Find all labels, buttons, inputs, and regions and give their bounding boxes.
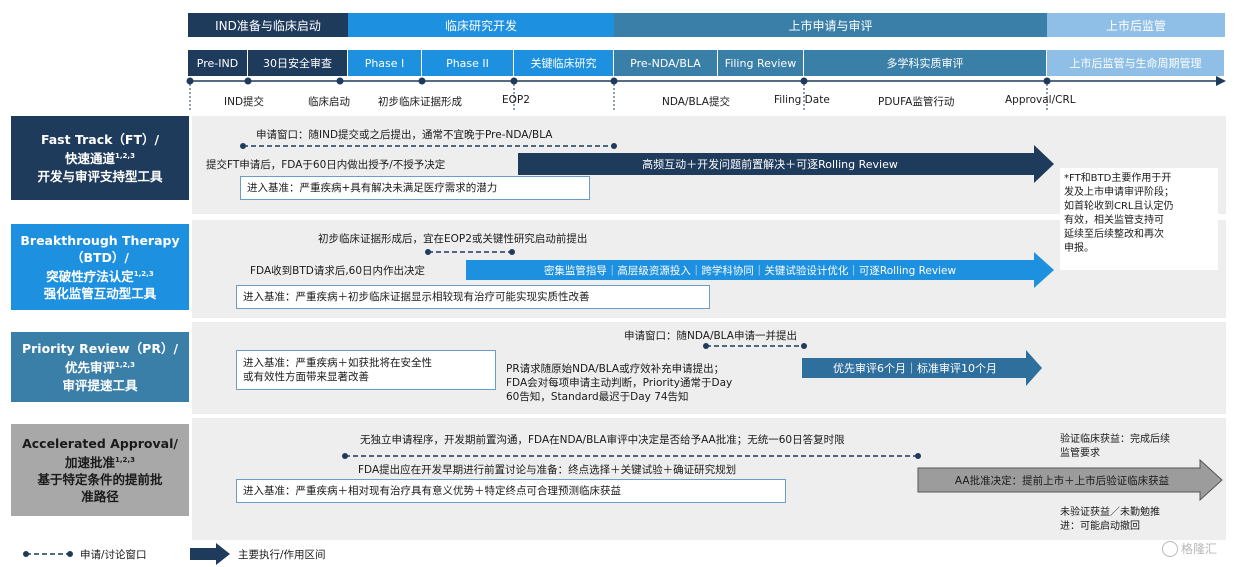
aa-post-withdraw: 未验证获益／未勤勉推 进：可能启动撤回: [1060, 507, 1160, 532]
pr-window-text: 申请窗口：随NDA/BLA申请一并提出: [624, 330, 797, 342]
legend-dashed-label: 申请/讨论窗口: [80, 549, 147, 561]
watermark-logo-icon: [1162, 540, 1178, 557]
pr-criteria: 进入基准：严重疾病＋如获批将在安全性 或有效性方面带来显著改善: [236, 350, 496, 390]
btd-window-text: 初步临床证据形成后，宜在EOP2或关键性研究启动前提出: [318, 233, 588, 245]
aa-post-verified: 验证临床获益：完成后续 监管要求: [1060, 434, 1170, 459]
btd-criteria: 进入基准：严重疾病＋初步临床证据显示相较现有治疗可能实现实质性改善: [236, 285, 710, 309]
watermark-logo: 格隆汇: [1162, 540, 1217, 557]
aa-arrow-text: AA批准决定：提前上市＋上市后验证临床获益: [954, 474, 1170, 487]
legend-arrow-label: 主要执行/作用区间: [238, 549, 326, 561]
aa-window-text: 无独立申请程序，开发期前置沟通，FDA在NDA/BLA审评中决定是否给予AA批准…: [360, 434, 845, 446]
aa-prep-text: FDA提出应在开发早期进行前置讨论与准备：终点选择＋关键试验＋确证研究规划: [358, 464, 737, 476]
pr-desc: PR请求随原始NDA/BLA或疗效补充申请提出； FDA会对每项申请主动判断，P…: [506, 363, 733, 403]
ft-criteria: 进入基准：严重疾病+具有解决未满足医疗需求的潜力: [240, 176, 590, 200]
pr-arrow-text: 优先审评6个月｜标准审评10个月: [833, 362, 997, 375]
ft-window-text: 申请窗口：随IND提交或之后提出，通常不宜晚于Pre-NDA/BLA: [256, 129, 553, 141]
aa-criteria: 进入基准：严重疾病＋相对现有治疗具有意义优势＋特定终点可合理预测临床获益: [236, 479, 786, 503]
btd-arrow-text: 密集监管指导｜高层级资源投入｜跨学科协同｜关键试验设计优化｜可逐Rolling …: [543, 264, 957, 277]
ft-response-text: 提交FT申请后，FDA于60日内做出授予/不授予决定: [206, 159, 446, 171]
side-note: *FT和BTD主要作用于开 发及上市申请审评阶段； 如首轮收到CRL且认定仍 有…: [1060, 168, 1218, 270]
ft-arrow-text: 高频互动＋开发问题前置解决＋可逐Rolling Review: [642, 158, 898, 171]
btd-response-text: FDA收到BTD请求后,60日内作出决定: [250, 265, 426, 277]
